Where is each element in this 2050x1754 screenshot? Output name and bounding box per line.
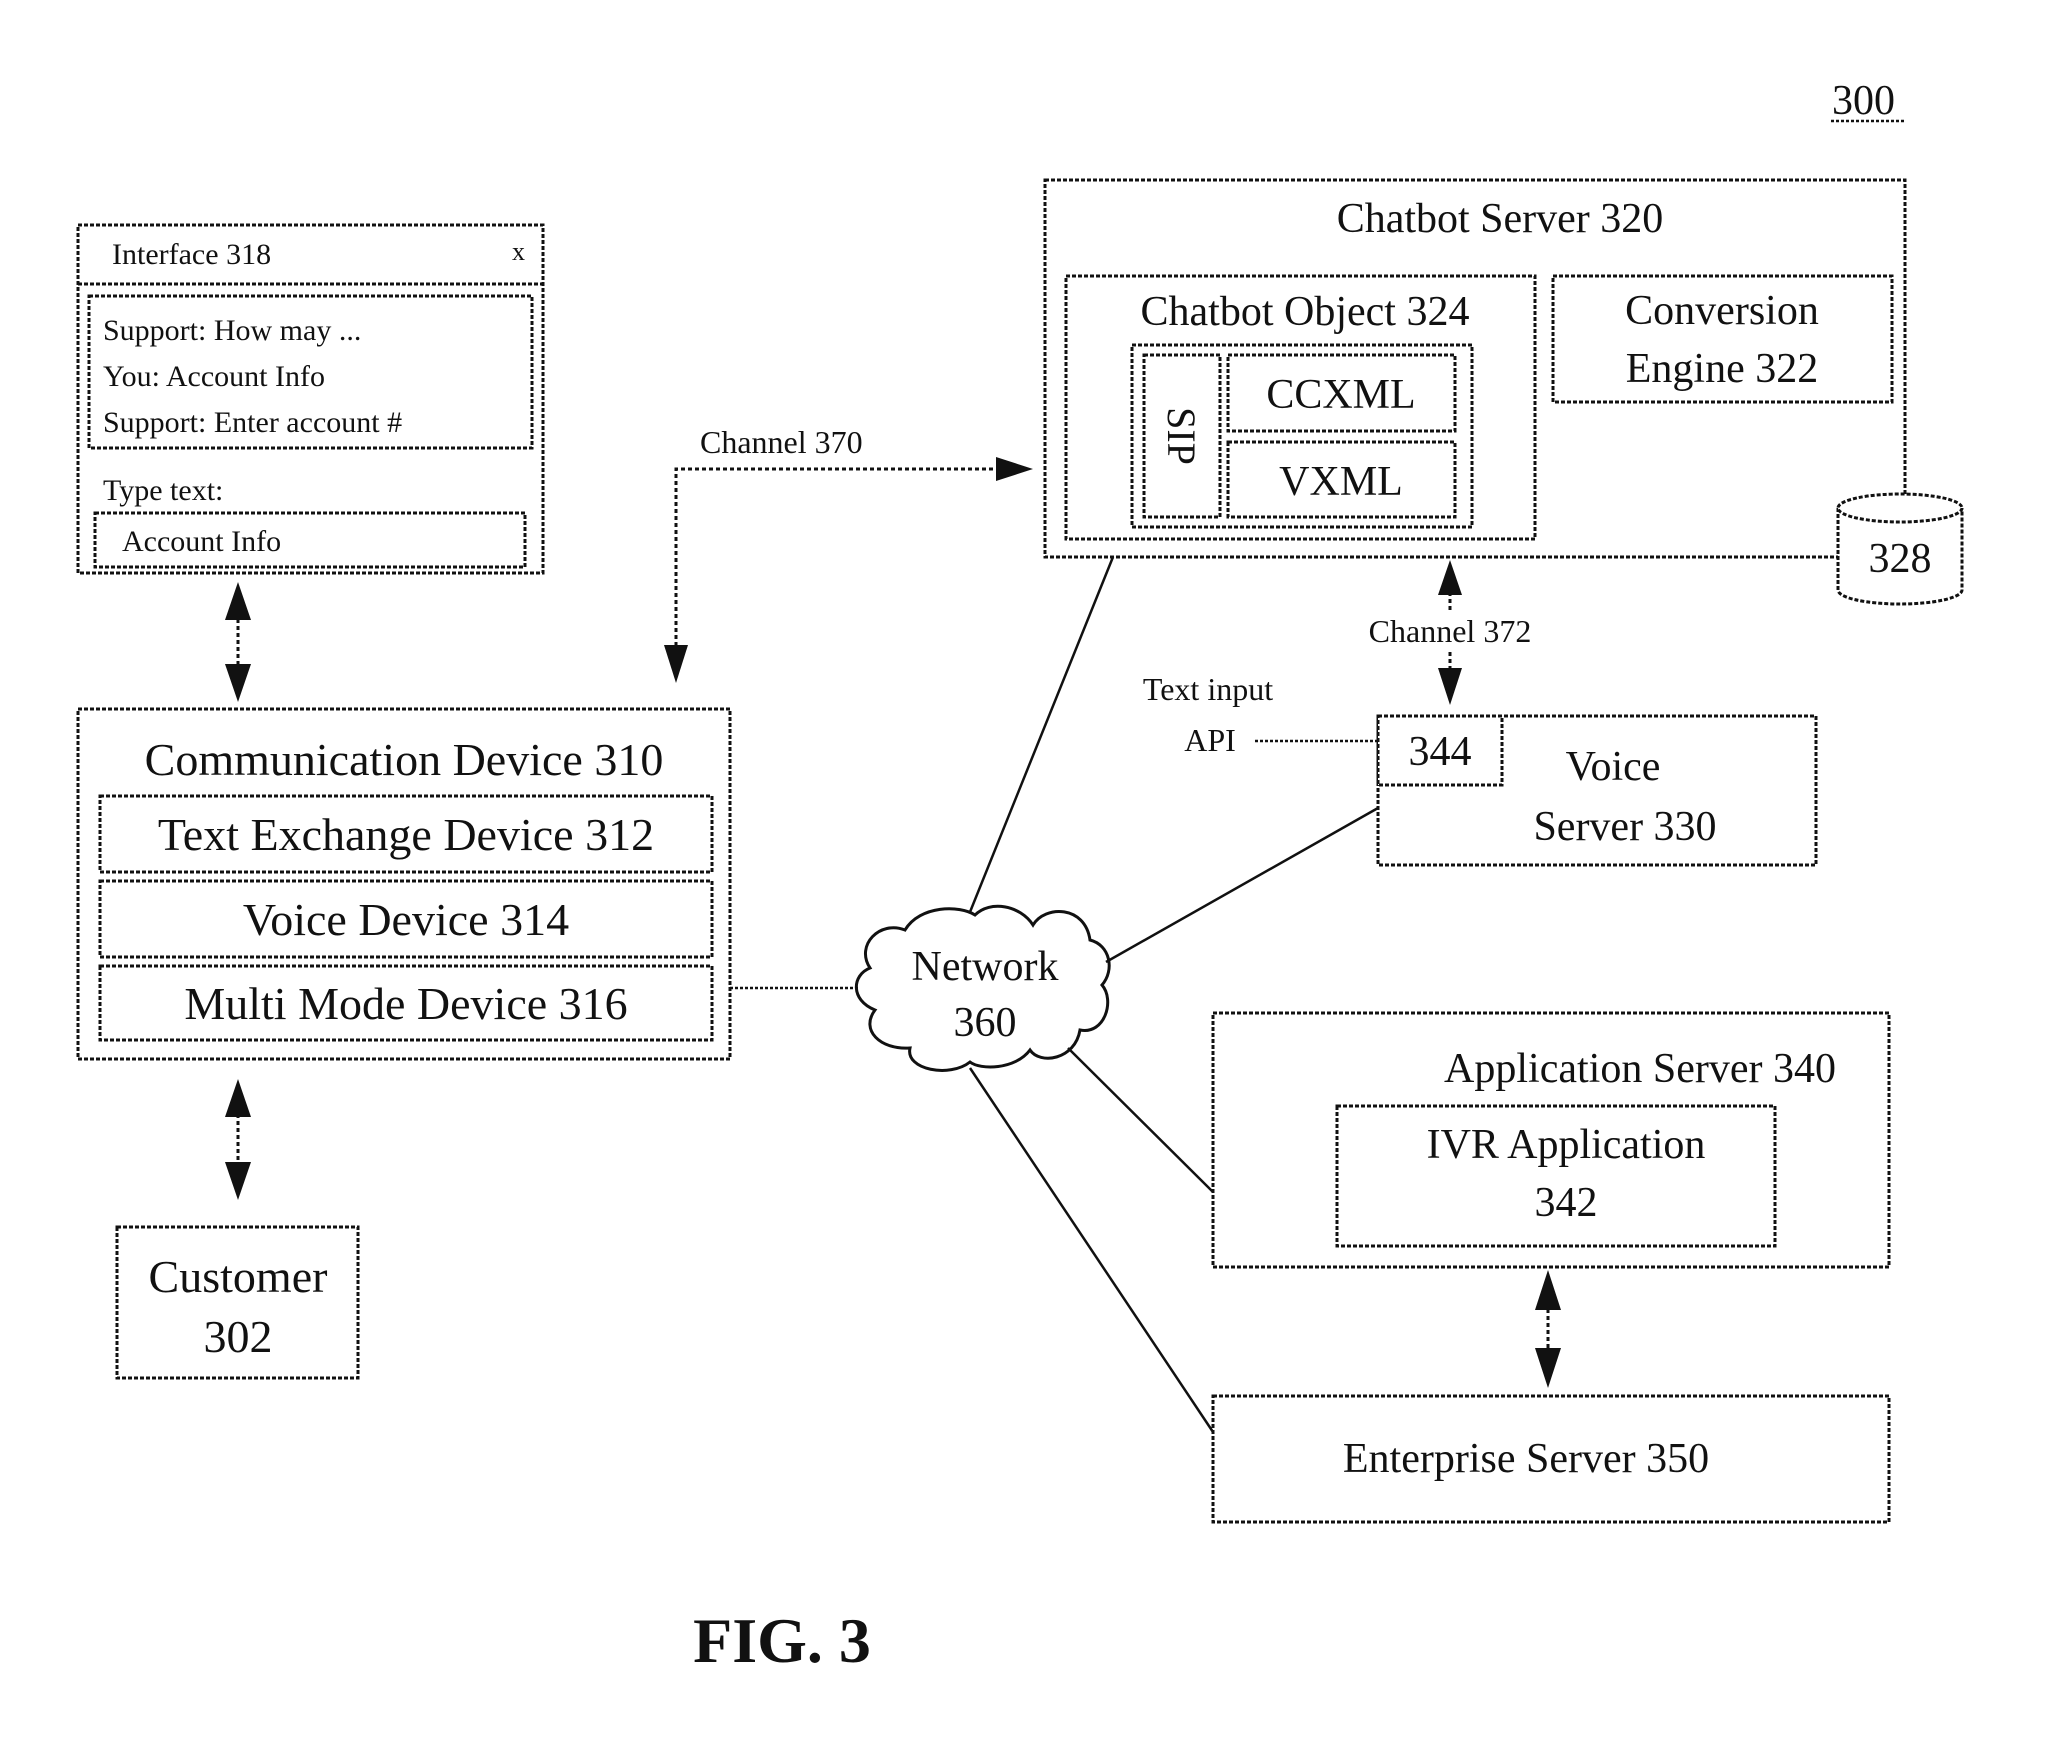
arrow-up-icon (225, 582, 251, 620)
arrow-up-icon (1438, 560, 1462, 595)
arrow-down-icon (225, 664, 251, 702)
figure-reference: 300 (1832, 78, 1895, 124)
channel-370-label: Channel 370 (700, 424, 863, 460)
channel-372: Channel 372 (1369, 560, 1532, 705)
connector-network-enterprise (968, 1067, 1215, 1433)
arrow-up-icon (225, 1079, 251, 1117)
database: 328 (1836, 492, 1964, 606)
voice-server-line1: Voice (1566, 744, 1661, 790)
system-diagram: 300 Interface 318 x Support: How may ...… (76, 78, 1964, 1676)
connector-network-voice (1105, 806, 1379, 964)
api-box-label: 344 (1409, 729, 1472, 775)
network-label: Network (912, 944, 1059, 990)
network-cloud: Network 360 (854, 904, 1111, 1072)
input-label: Type text: (103, 474, 223, 507)
conversion-engine-line2: Engine 322 (1626, 346, 1818, 392)
database-label: 328 (1869, 536, 1932, 582)
sip-label: SIP (1159, 407, 1204, 465)
customer: Customer 302 (115, 1225, 360, 1380)
enterprise-server-title: Enterprise Server 350 (1343, 1436, 1709, 1482)
close-icon[interactable]: x (512, 237, 525, 266)
arrow-up-icon (1535, 1270, 1561, 1310)
figure-label: FIG. 3 (693, 1605, 871, 1676)
enterprise-server: Enterprise Server 350 (1211, 1394, 1891, 1524)
app-enterprise-arrow (1535, 1270, 1561, 1388)
voice-device-label: Voice Device 314 (243, 894, 569, 945)
text-exchange-device-label: Text Exchange Device 312 (158, 809, 654, 860)
text-input-api-label: API (1184, 722, 1236, 758)
chatbot-object-title: Chatbot Object 324 (1141, 289, 1470, 335)
chat-line: You: Account Info (103, 360, 325, 393)
voice-server-line2: Server 330 (1533, 804, 1716, 850)
customer-label: Customer (149, 1251, 328, 1302)
voice-server: 344 Voice Server 330 (1376, 714, 1818, 867)
arrow-down-icon (1535, 1348, 1561, 1388)
chatbot-server: Chatbot Server 320 Chatbot Object 324 SI… (1043, 178, 1907, 559)
multi-mode-device-label: Multi Mode Device 316 (184, 978, 627, 1029)
channel-370: Channel 370 (664, 424, 1033, 683)
interface-comm-arrow (225, 582, 251, 702)
application-server-title: Application Server 340 (1444, 1046, 1836, 1092)
communication-device: Communication Device 310 Text Exchange D… (76, 707, 732, 1061)
interface-window: Interface 318 x Support: How may ... You… (76, 223, 545, 575)
arrow-right-icon (996, 457, 1033, 481)
network-number: 360 (954, 1000, 1017, 1046)
text-input-value[interactable]: Account Info (122, 525, 281, 558)
application-server: Application Server 340 IVR Application 3… (1211, 1011, 1891, 1269)
text-input-api-label: Text input (1143, 671, 1273, 707)
conversion-engine-line1: Conversion (1625, 288, 1819, 334)
connector-network-app (1067, 1047, 1214, 1193)
ccxml-label: CCXML (1266, 372, 1415, 418)
arrow-down-icon (664, 645, 688, 683)
arrow-down-icon (1438, 668, 1462, 705)
arrow-down-icon (225, 1162, 251, 1200)
connector-network-chatbot (968, 556, 1115, 913)
vxml-label: VXML (1279, 459, 1403, 505)
channel-372-label: Channel 372 (1369, 613, 1532, 649)
comm-customer-arrow (225, 1079, 251, 1200)
ivr-application-line1: IVR Application (1427, 1122, 1706, 1168)
customer-number: 302 (204, 1311, 273, 1362)
chat-line: Support: Enter account # (103, 406, 402, 439)
chat-line: Support: How may ... (103, 314, 361, 347)
ivr-application-line2: 342 (1535, 1180, 1598, 1226)
communication-device-title: Communication Device 310 (145, 734, 664, 785)
chatbot-server-title: Chatbot Server 320 (1337, 196, 1664, 242)
interface-title: Interface 318 (112, 238, 271, 271)
